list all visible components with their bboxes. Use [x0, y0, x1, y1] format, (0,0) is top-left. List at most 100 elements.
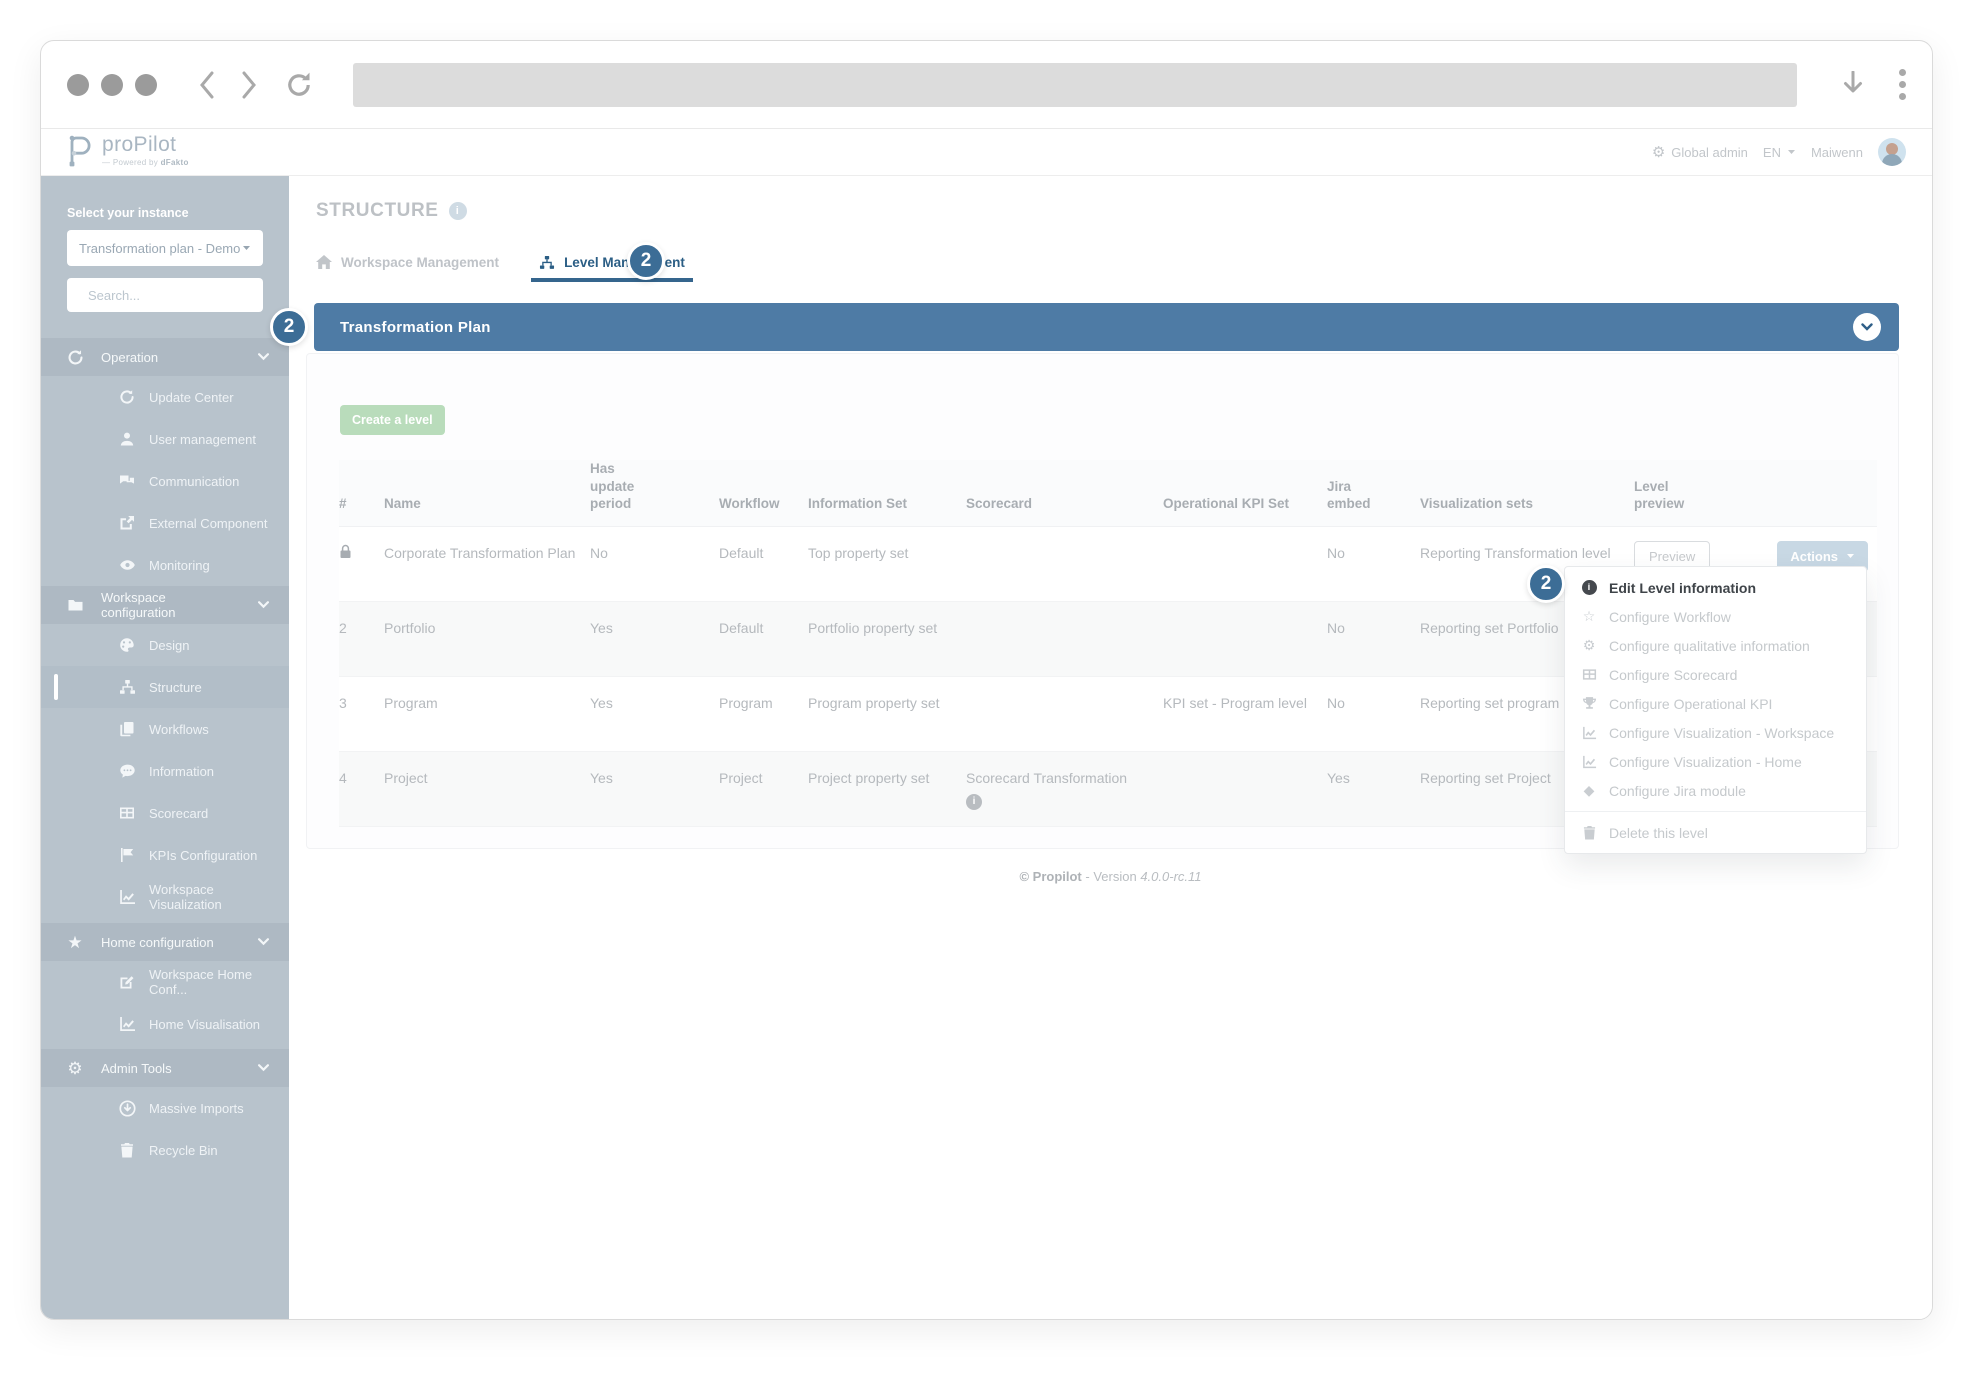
col-header-workflow: Workflow: [719, 495, 808, 526]
download-icon[interactable]: [1842, 71, 1864, 98]
sidebar-item-monitoring[interactable]: Monitoring: [41, 544, 289, 586]
col-header-viz: Visualization sets: [1420, 495, 1634, 526]
collapse-toggle[interactable]: [1853, 313, 1881, 341]
col-header-info-set: Information Set: [808, 495, 966, 526]
cell-has-update: Yes: [590, 694, 719, 751]
trash-icon: [1580, 825, 1598, 840]
info-circle-icon: i: [1580, 580, 1598, 595]
propilot-logo: proPilot — Powered by dFakto: [63, 132, 189, 168]
chart-icon: [117, 1016, 137, 1032]
sidebar-item-communication[interactable]: Communication: [41, 460, 289, 502]
sidebar-item-massive-imports[interactable]: Massive Imports: [41, 1087, 289, 1129]
sidebar-item-external-component[interactable]: External Component: [41, 502, 289, 544]
chevron-down-icon: [258, 601, 269, 609]
sidebar-item-information[interactable]: Information: [41, 750, 289, 792]
cell-info-set: Portfolio property set: [808, 619, 966, 676]
col-header-kpi-set: Operational KPI Set: [1163, 495, 1327, 526]
menu-divider: [1565, 811, 1866, 812]
url-bar[interactable]: [353, 63, 1797, 107]
menu-item-configure-operational-kpi[interactable]: Configure Operational KPI: [1565, 689, 1866, 718]
menu-item-configure-scorecard[interactable]: Configure Scorecard: [1565, 660, 1866, 689]
cell-num: 2: [339, 619, 384, 676]
transformation-plan-header[interactable]: Transformation Plan: [314, 303, 1899, 351]
menu-item-delete-this-level[interactable]: Delete this level: [1565, 818, 1866, 847]
menu-item-configure-qualitative-information[interactable]: ⚙ Configure qualitative information: [1565, 631, 1866, 660]
username[interactable]: Maiwenn: [1811, 145, 1863, 160]
col-header-scorecard: Scorecard: [966, 495, 1163, 526]
sitemap-icon: [117, 679, 137, 695]
sidebar-section-workspace-configuration[interactable]: Workspace configuration: [41, 586, 289, 624]
avatar[interactable]: [1878, 138, 1906, 166]
sidebar-item-structure[interactable]: Structure: [41, 666, 289, 708]
browser-menu-icon[interactable]: [1899, 69, 1906, 100]
share-icon: [117, 515, 137, 531]
menu-item-configure-jira-module[interactable]: ◆ Configure Jira module: [1565, 776, 1866, 805]
cell-info-set: Project property set: [808, 769, 966, 826]
instance-select[interactable]: Transformation plan - Demo: [67, 230, 263, 266]
tab-level-management[interactable]: Level Management: [531, 242, 693, 282]
window-controls: [67, 74, 157, 96]
create-level-button[interactable]: Create a level: [340, 405, 445, 435]
sidebar-item-update-center[interactable]: Update Center: [41, 376, 289, 418]
sidebar-item-user-management[interactable]: User management: [41, 418, 289, 460]
gear-icon: ⚙: [1652, 145, 1665, 160]
sidebar-item-workspace-home-conf[interactable]: Workspace Home Conf...: [41, 961, 289, 1003]
menu-item-configure-visualization-workspace[interactable]: Configure Visualization - Workspace: [1565, 718, 1866, 747]
window-dot: [135, 74, 157, 96]
forward-icon[interactable]: [241, 71, 258, 99]
sidebar-section-admin-tools[interactable]: ⚙ Admin Tools: [41, 1049, 289, 1087]
browser-window: proPilot — Powered by dFakto ⚙ Global ad…: [40, 40, 1933, 1320]
search-input[interactable]: [88, 288, 264, 303]
cell-scorecard: [966, 619, 1163, 676]
palette-icon: [117, 637, 137, 653]
info-icon[interactable]: i: [449, 202, 467, 220]
instance-label: Select your instance: [67, 206, 263, 220]
gear-icon: ⚙: [1580, 637, 1598, 654]
sidebar-section-operation[interactable]: Operation: [41, 338, 289, 376]
sidebar-section-home-configuration[interactable]: ★ Home configuration: [41, 923, 289, 961]
chevron-down-icon: [242, 245, 251, 251]
sitemap-icon: [539, 255, 555, 270]
cell-info-set: Program property set: [808, 694, 966, 751]
sidebar-item-recycle-bin[interactable]: Recycle Bin: [41, 1129, 289, 1171]
sidebar-item-kpis-configuration[interactable]: KPIs Configuration: [41, 834, 289, 876]
global-admin-button[interactable]: ⚙ Global admin: [1652, 145, 1748, 160]
menu-item-configure-visualization-home[interactable]: Configure Visualization - Home: [1565, 747, 1866, 776]
cell-jira: No: [1327, 544, 1420, 601]
tab-workspace-management[interactable]: Workspace Management: [308, 242, 507, 282]
menu-item-configure-workflow[interactable]: ☆ Configure Workflow: [1565, 602, 1866, 631]
sidebar-item-scorecard[interactable]: Scorecard: [41, 792, 289, 834]
app-header: proPilot — Powered by dFakto ⚙ Global ad…: [41, 129, 1932, 176]
chart-icon: [117, 889, 137, 905]
cell-name: Program: [384, 694, 590, 751]
window-dot: [101, 74, 123, 96]
logo-title: proPilot: [102, 133, 189, 157]
sidebar-search[interactable]: [67, 278, 263, 312]
chevron-down-icon: [258, 938, 269, 946]
browser-toolbar: [41, 41, 1932, 129]
sidebar-item-home-visualisation[interactable]: Home Visualisation: [41, 1003, 289, 1045]
menu-item-edit-level-information[interactable]: i Edit Level information: [1565, 573, 1866, 602]
cell-jira: No: [1327, 619, 1420, 676]
footer: © Propilot - Version 4.0.0-rc.11: [289, 869, 1932, 884]
sidebar-item-design[interactable]: Design: [41, 624, 289, 666]
cell-workflow: Default: [719, 619, 808, 676]
cell-scorecard: Scorecard Transformation i: [966, 769, 1163, 826]
download-circle-icon: [117, 1100, 137, 1117]
cell-kpi-set: [1163, 769, 1327, 826]
cell-has-update: No: [590, 544, 719, 601]
sidebar-item-workflows[interactable]: Workflows: [41, 708, 289, 750]
cell-name: Project: [384, 769, 590, 826]
back-icon[interactable]: [198, 71, 215, 99]
refresh-icon[interactable]: [284, 70, 314, 100]
sidebar-item-workspace-visualization[interactable]: Workspace Visualization: [41, 876, 289, 918]
language-selector[interactable]: EN: [1763, 145, 1796, 160]
flag-icon: [117, 847, 137, 863]
chevron-down-icon: [1787, 149, 1796, 155]
cell-num: 4: [339, 769, 384, 826]
chevron-down-icon: [1861, 323, 1873, 331]
refresh-icon: [65, 349, 85, 366]
info-icon[interactable]: i: [966, 794, 982, 810]
gear-icon: ⚙: [65, 1060, 85, 1077]
cell-jira: No: [1327, 694, 1420, 751]
